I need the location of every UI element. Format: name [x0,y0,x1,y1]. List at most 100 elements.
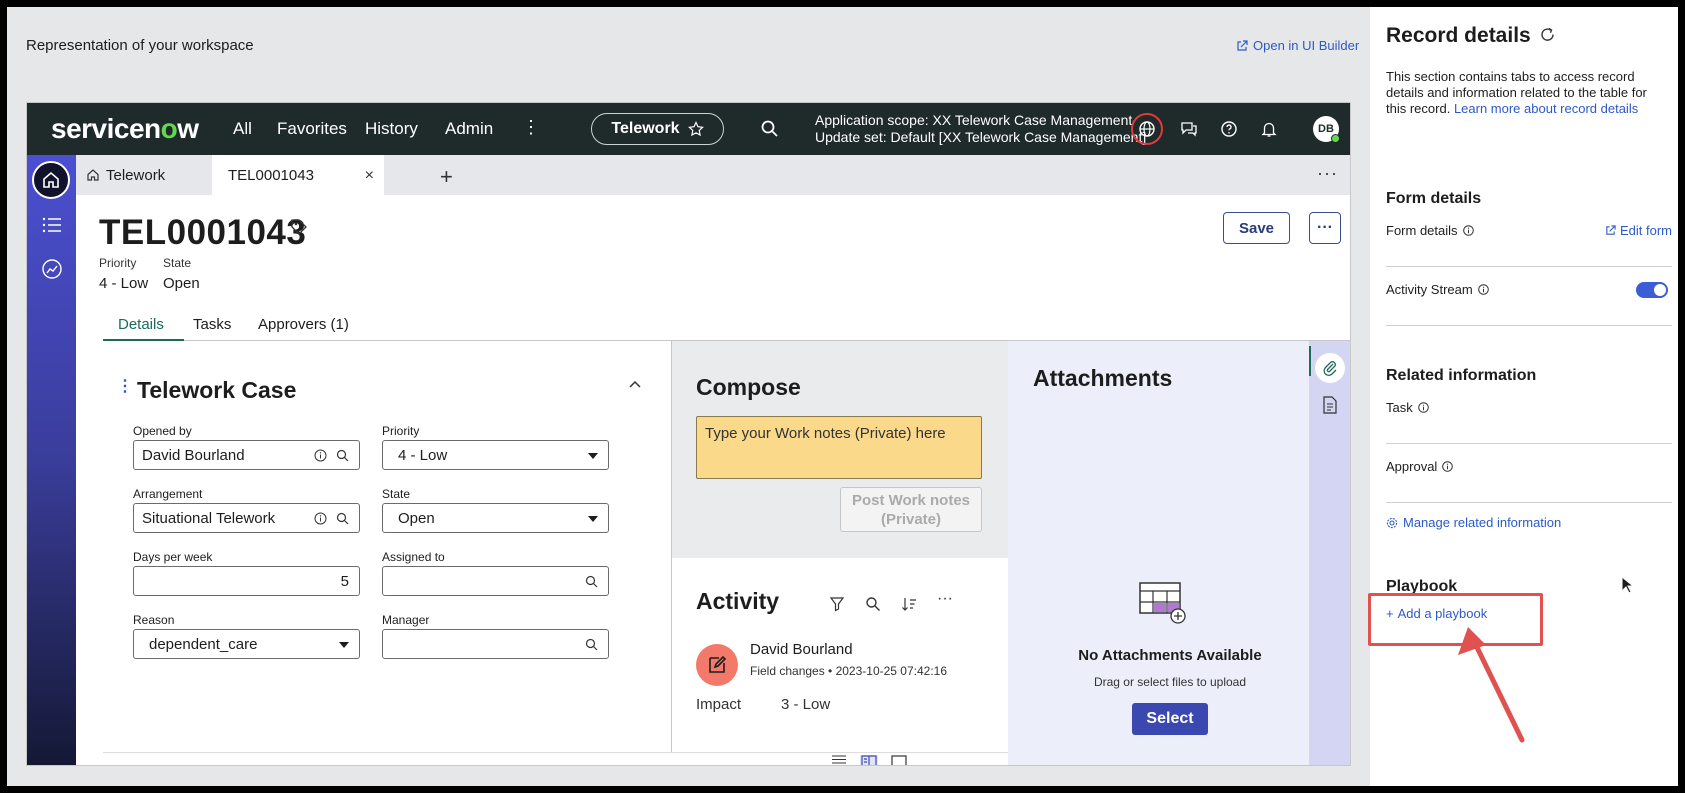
dropdown-arrow-icon [339,642,349,648]
tag-icon[interactable] [290,218,308,236]
activity-meta: Field changes • 2023-10-25 07:42:16 [750,664,948,678]
list-view-icon[interactable] [830,755,848,766]
tab-tasks[interactable]: Tasks [193,316,231,333]
chevron-up-icon[interactable] [627,377,643,393]
search-icon[interactable] [865,596,881,612]
edit-form-link[interactable]: Edit form [1605,223,1672,238]
tab-approvers[interactable]: Approvers (1) [258,316,349,333]
scope-name: Telework [611,120,680,137]
info-icon[interactable] [314,449,327,462]
globe-icon[interactable] [1131,113,1163,145]
opened-by-label: Opened by [133,424,192,438]
bell-icon[interactable] [1259,119,1279,139]
info-icon[interactable] [1442,461,1454,472]
more-icon[interactable]: ··· [937,590,953,607]
manage-related-information-link[interactable]: Manage related information [1386,515,1561,530]
scope-line-1: Application scope: XX Telework Case Mana… [815,112,1133,128]
more-icon[interactable]: ··· [1317,163,1338,184]
work-notes-textarea[interactable]: Type your Work notes (Private) here [696,416,982,479]
nav-favorites[interactable]: Favorites [277,119,347,139]
scope-pill[interactable]: Telework [591,113,724,145]
annotation-arrow-icon [1458,627,1525,743]
document-icon[interactable] [1322,396,1338,414]
tab-details[interactable]: Details [118,316,164,333]
scope-line-2: Update set: Default [XX Telework Case Ma… [815,129,1147,145]
opened-by-field[interactable]: David Bourland [133,440,360,470]
sidebar [27,155,76,765]
arrangement-field[interactable]: Situational Telework [133,503,360,533]
add-tab-icon[interactable]: + [440,164,453,190]
more-menu-icon[interactable]: ⋮ [522,117,540,138]
upload-hint: Drag or select files to upload [1093,675,1247,689]
search-icon[interactable] [585,638,598,651]
manager-field[interactable] [382,629,609,659]
tab-telework-home[interactable]: Telework [82,155,192,195]
search-icon[interactable] [585,575,598,588]
paperclip-icon[interactable] [1315,353,1345,383]
chat-icon[interactable] [1179,119,1199,139]
state-field-label: State [382,487,411,501]
nav-admin[interactable]: Admin [445,119,493,139]
priority-value: 4 - Low [99,275,149,292]
form-tabs: Details Tasks Approvers (1) [103,308,1350,341]
learn-more-link[interactable]: Learn more about record details [1454,101,1638,116]
reason-value: dependent_care [149,635,258,653]
info-icon[interactable] [1417,402,1429,413]
priority-label: Priority [99,256,137,270]
form-details-heading: Form details [1386,190,1482,207]
info-icon[interactable] [314,512,327,525]
panel-title: Record details [1386,24,1531,47]
filter-icon[interactable] [829,596,845,612]
open-ui-builder-link[interactable]: Open in UI Builder [1236,38,1359,53]
online-status-dot [1331,134,1340,143]
no-attachments-text: No Attachments Available [1078,647,1262,664]
open-ui-builder-label: Open in UI Builder [1253,38,1360,53]
info-icon[interactable] [1477,284,1489,295]
servicenow-logo[interactable]: servicenow [51,113,199,145]
compose-title: Compose [696,374,801,400]
list-icon[interactable] [40,213,64,237]
approval-row: Approval [1386,447,1672,503]
split-view-icon[interactable] [860,755,878,766]
drag-handle-icon[interactable]: ⋮ [117,376,133,396]
refresh-icon[interactable] [1539,26,1556,43]
state-select[interactable]: Open [382,503,609,533]
assigned-to-field[interactable] [382,566,609,596]
search-icon[interactable] [336,512,349,525]
state-label: State [163,256,192,270]
search-icon[interactable] [760,119,780,139]
search-icon[interactable] [336,449,349,462]
tab-record[interactable]: TEL0001043 × [212,155,384,195]
activity-stream-toggle[interactable] [1636,282,1668,298]
post-work-notes-button[interactable]: Post Work notes (Private) [840,487,982,532]
help-icon[interactable] [1219,119,1239,139]
save-button[interactable]: Save [1223,212,1290,244]
activity-avatar-icon [696,644,738,686]
external-link-icon [1606,225,1616,235]
analytics-icon[interactable] [40,257,64,281]
nav-all[interactable]: All [233,119,252,139]
close-icon[interactable]: × [365,167,374,185]
more-actions-button[interactable]: ··· [1309,212,1341,244]
reason-select[interactable]: dependent_care [133,629,360,659]
home-icon[interactable] [32,161,70,199]
info-icon[interactable] [1462,225,1474,236]
priority-select[interactable]: 4 - Low [382,440,609,470]
days-per-week-field[interactable]: 5 [133,566,360,596]
days-per-week-label: Days per week [133,550,213,564]
attachments-panel: Attachments No Attachments Available Dra… [1008,341,1332,765]
sort-icon[interactable] [901,596,917,612]
task-label: Task [1386,400,1413,415]
star-icon[interactable] [687,121,704,137]
nav-history[interactable]: History [365,119,418,139]
manager-label: Manager [382,613,430,627]
select-files-button[interactable]: Select [1132,703,1208,735]
user-avatar[interactable]: DB [1313,116,1340,143]
days-per-week-value: 5 [340,572,349,590]
single-view-icon[interactable] [890,755,908,766]
panel-description: This section contains tabs to access rec… [1386,69,1668,117]
tab-label: Telework [106,166,166,184]
activity-field-name: Impact [696,696,742,713]
tab-label: TEL0001043 [228,166,314,184]
toggle-knob [1654,284,1666,296]
